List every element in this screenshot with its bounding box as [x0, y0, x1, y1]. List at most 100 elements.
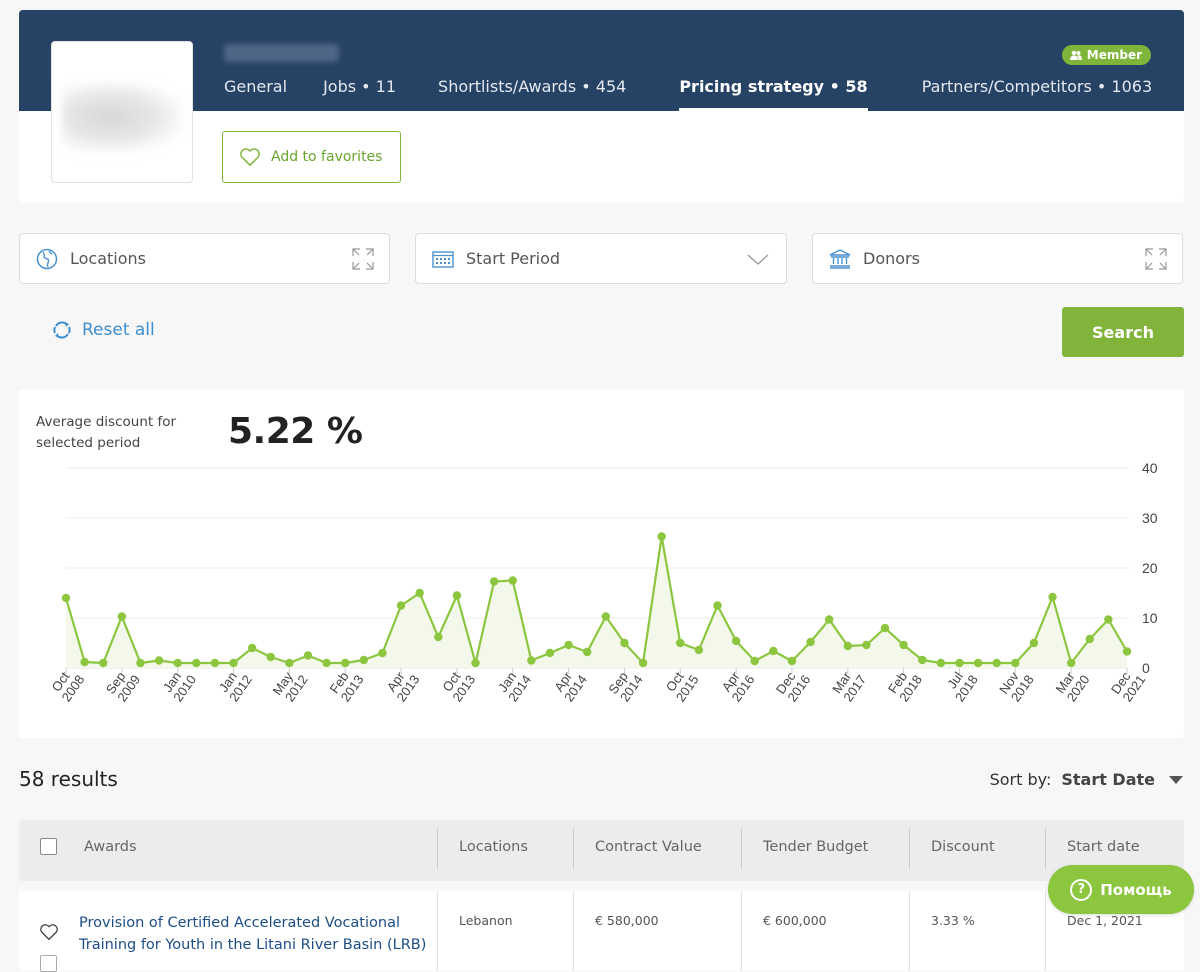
- tab-shortlists-awards[interactable]: Shortlists/Awards • 454: [438, 74, 626, 111]
- data-point: [173, 658, 182, 668]
- expand-icon[interactable]: [351, 247, 375, 271]
- bank-icon: [829, 248, 851, 269]
- data-point: [1048, 592, 1057, 602]
- column-header-contract-value[interactable]: Contract Value: [573, 829, 702, 869]
- member-badge-label: Member: [1086, 48, 1142, 62]
- data-point: [61, 593, 71, 603]
- tab-general[interactable]: General: [224, 74, 287, 111]
- heart-icon: [240, 148, 260, 166]
- company-name-blurred: [224, 44, 339, 62]
- data-point: [862, 640, 871, 650]
- area-fill: [66, 536, 1127, 668]
- data-point: [80, 657, 89, 667]
- y-tick-label: 20: [1142, 560, 1158, 576]
- cell-discount: 3.33 %: [909, 891, 975, 971]
- data-point: [489, 577, 499, 586]
- data-point: [936, 658, 946, 668]
- start-period-filter[interactable]: Start Period: [415, 233, 787, 284]
- x-tick-label: Feb2018: [885, 669, 925, 704]
- search-button[interactable]: Search: [1062, 307, 1184, 357]
- data-point: [769, 646, 778, 656]
- expand-icon[interactable]: [1144, 247, 1168, 271]
- chart-card: Average discount for selected period 5.2…: [19, 389, 1184, 738]
- cell-tender-budget: € 600,000: [741, 891, 827, 971]
- x-tick-label: May2012: [269, 669, 310, 705]
- column-header-start-date[interactable]: Start date: [1045, 829, 1140, 869]
- cell-contract-value: € 580,000: [573, 891, 659, 971]
- chevron-down-icon[interactable]: [746, 247, 770, 271]
- question-icon: ?: [1070, 878, 1093, 901]
- profile-banner: General Jobs • 11 Shortlists/Awards • 45…: [19, 10, 1184, 111]
- data-point: [638, 658, 648, 668]
- users-icon: [1069, 50, 1082, 60]
- add-to-favorites-label: Add to favorites: [271, 149, 383, 165]
- discount-chart: 0 10 20 30 40 Oct2008 Sep2009 Jan2010 Jan2012 Ma…: [49, 460, 1158, 705]
- x-tick-label: Jan2014: [495, 669, 534, 704]
- x-tick-label: Feb2013: [327, 669, 367, 704]
- data-point: [806, 637, 815, 647]
- award-title-link[interactable]: Provision of Certified Accelerated Vocat…: [79, 912, 429, 956]
- y-axis-ticks: 0 10 20 30 40: [1142, 460, 1158, 676]
- column-header-tender-budget[interactable]: Tender Budget: [741, 829, 868, 869]
- data-point: [247, 643, 257, 653]
- help-button[interactable]: ? Помощь: [1048, 865, 1194, 914]
- data-point: [676, 638, 685, 648]
- data-point: [824, 615, 834, 624]
- results-count: 58 results: [19, 767, 118, 791]
- data-point: [378, 648, 387, 658]
- data-point: [545, 648, 555, 658]
- x-tick-label: Oct2008: [49, 669, 88, 705]
- x-tick-label: Mar2020: [1052, 669, 1092, 705]
- data-point: [1104, 615, 1113, 624]
- select-all-checkbox[interactable]: [40, 838, 57, 855]
- cell-location: Lebanon: [437, 891, 513, 971]
- help-label: Помощь: [1100, 880, 1172, 899]
- data-point: [117, 612, 127, 621]
- data-point: [750, 656, 759, 666]
- data-point: [731, 636, 741, 646]
- x-tick-label: Apr2013: [384, 669, 423, 705]
- data-point: [285, 658, 294, 668]
- data-point: [471, 658, 480, 668]
- data-point: [415, 588, 424, 598]
- profile-tabs: General Jobs • 11 Shortlists/Awards • 45…: [224, 74, 1184, 111]
- x-tick-label: Sep2009: [103, 669, 143, 704]
- data-point: [136, 658, 145, 668]
- x-tick-label: Apr2016: [719, 669, 758, 705]
- data-point: [918, 655, 927, 665]
- data-point: [694, 645, 704, 655]
- data-point: [266, 652, 275, 662]
- row-checkbox[interactable]: [40, 955, 57, 972]
- table-row: Provision of Certified Accelerated Vocat…: [19, 891, 1184, 972]
- tab-pricing-strategy[interactable]: Pricing strategy • 58: [679, 74, 869, 111]
- data-point: [434, 632, 443, 642]
- column-header-discount[interactable]: Discount: [909, 829, 995, 869]
- sort-value: Start Date: [1061, 770, 1155, 789]
- data-point: [787, 656, 797, 666]
- locations-filter[interactable]: Locations: [19, 233, 390, 284]
- heart-icon[interactable]: [39, 923, 59, 941]
- data-point: [843, 641, 852, 651]
- area-layer: [64, 535, 1128, 668]
- sort-dropdown[interactable]: Sort by: Start Date: [990, 770, 1183, 789]
- y-tick-label: 0: [1142, 660, 1150, 676]
- data-point: [1029, 638, 1039, 648]
- add-to-favorites-button[interactable]: Add to favorites: [222, 131, 401, 183]
- sort-label: Sort by:: [989, 770, 1052, 789]
- reset-all-button[interactable]: Reset all: [52, 320, 155, 340]
- reset-all-label: Reset all: [82, 320, 155, 340]
- start-period-label: Start Period: [466, 249, 561, 268]
- data-point: [210, 658, 220, 668]
- x-tick-label: Jul2018: [944, 669, 981, 704]
- data-point: [955, 658, 964, 668]
- donors-filter[interactable]: Donors: [812, 233, 1183, 284]
- data-point: [322, 658, 331, 668]
- data-point: [601, 612, 611, 621]
- data-point: [973, 658, 983, 668]
- data-point: [452, 591, 462, 600]
- refresh-icon: [53, 321, 71, 339]
- column-header-locations[interactable]: Locations: [437, 829, 528, 869]
- column-header-awards[interactable]: Awards: [63, 820, 137, 881]
- tab-jobs[interactable]: Jobs • 11: [323, 74, 396, 111]
- tab-partners-competitors[interactable]: Partners/Competitors • 1063: [922, 74, 1152, 111]
